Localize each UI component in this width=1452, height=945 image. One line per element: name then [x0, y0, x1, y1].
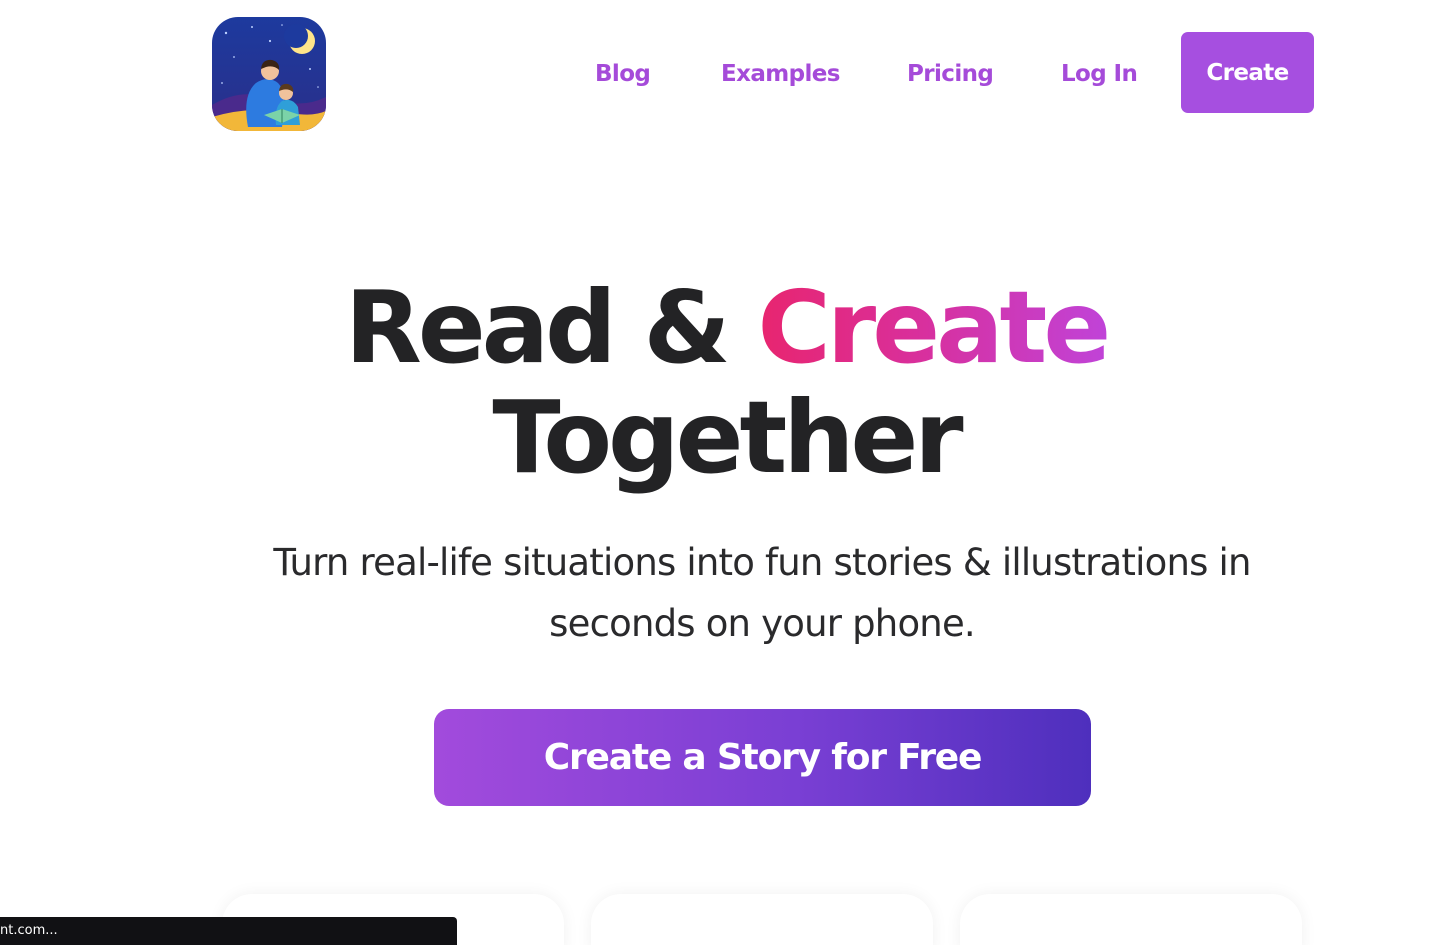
- create-story-cta-button[interactable]: Create a Story for Free: [434, 709, 1091, 806]
- nav-login-link[interactable]: Log In: [1061, 58, 1138, 90]
- hero-title-prefix: Read &: [344, 269, 758, 386]
- hero-title-line-2: Together: [492, 379, 963, 496]
- parent-reading-book-to-child-under-moon-icon: [212, 17, 326, 131]
- hero-subtitle: Turn real-life situations into fun stori…: [273, 541, 1251, 645]
- hero-title-accent: Create: [757, 269, 1112, 386]
- logo[interactable]: [212, 17, 326, 131]
- nav-blog-link[interactable]: Blog: [595, 58, 651, 90]
- feature-card-3: [960, 894, 1302, 945]
- nav-examples-link[interactable]: Examples: [721, 58, 840, 90]
- status-bar-link-preview: nt.com...: [0, 917, 457, 945]
- hero-title-line-1: Read & Create: [0, 274, 1452, 382]
- nav-create-button[interactable]: Create: [1181, 32, 1314, 113]
- feature-card-2: [591, 894, 933, 945]
- nav-pricing-link[interactable]: Pricing: [907, 58, 994, 90]
